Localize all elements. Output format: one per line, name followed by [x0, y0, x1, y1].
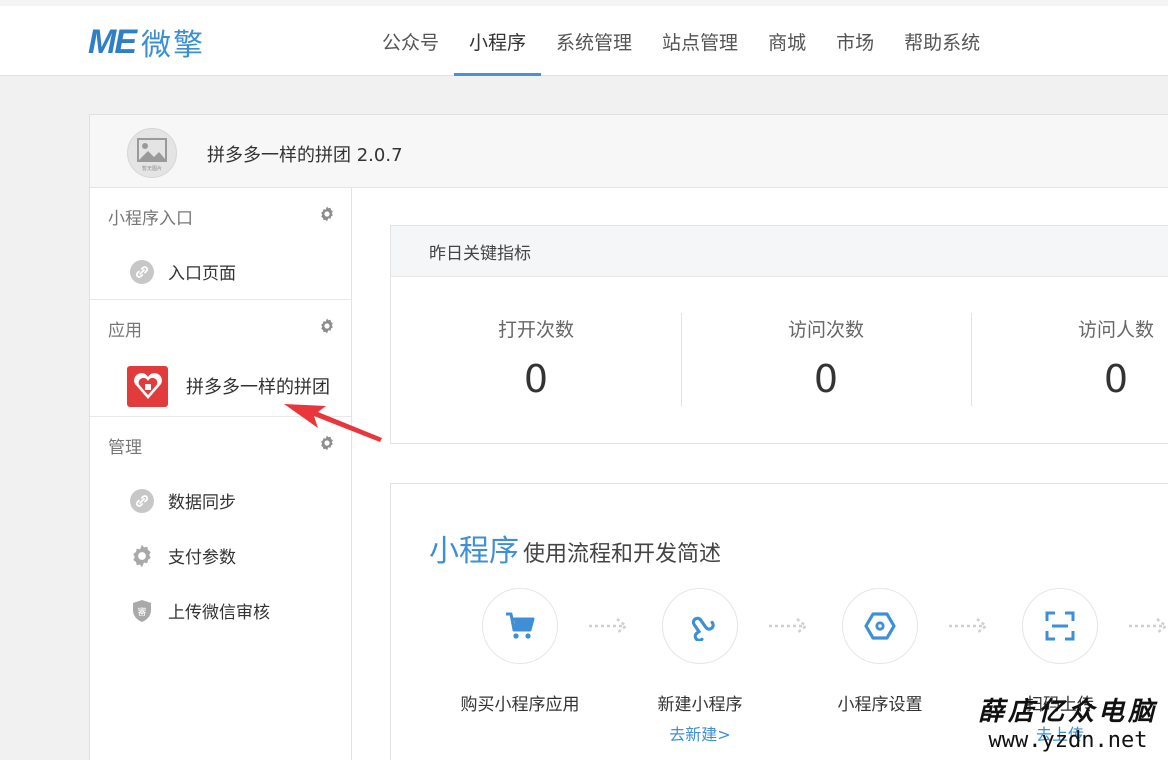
app-avatar: 暂无图片	[127, 128, 177, 178]
create-link[interactable]: 去新建>	[615, 721, 785, 745]
sidebar-item-data-sync[interactable]: 数据同步	[90, 473, 351, 528]
metric-value: 0	[523, 357, 549, 401]
gear-icon	[130, 544, 154, 568]
step-circle[interactable]	[482, 588, 558, 664]
shield-icon: 審	[130, 599, 154, 623]
sidebar-item-label: 上传微信审核	[168, 603, 270, 623]
gear-icon[interactable]	[319, 206, 335, 222]
flow-title-highlight: 小程序	[429, 534, 519, 569]
nav-help-system[interactable]: 帮助系统	[889, 6, 995, 76]
sidebar-section-manage: 管理 数据同步 支付参数 審 上传微信审核	[90, 417, 351, 638]
flow-title-rest: 使用流程和开发简述	[523, 542, 722, 567]
watermark-url: www.yzdn.net	[988, 728, 1148, 753]
step-program-settings: 小程序设置	[795, 588, 965, 715]
metric-visit-count: 访问次数 0	[681, 277, 971, 445]
sidebar-item-entry-page[interactable]: 入口页面	[90, 244, 351, 299]
section-title: 应用	[90, 300, 351, 356]
sidebar: 小程序入口 入口页面 应用 拼多多一样的拼团 管理 数据同步 支付参数 審 上传…	[90, 188, 352, 760]
metric-open-count: 打开次数 0	[391, 277, 681, 445]
arrow-right-icon	[1129, 618, 1168, 634]
gear-icon[interactable]	[319, 318, 335, 334]
link-icon	[130, 488, 154, 513]
image-placeholder-icon: 暂无图片	[137, 138, 167, 172]
link-icon	[130, 259, 154, 284]
step-label: 小程序设置	[837, 695, 923, 715]
step-circle[interactable]	[842, 588, 918, 664]
metrics-row: 打开次数 0 访问次数 0 访问人数 0	[391, 277, 1168, 445]
nav-market[interactable]: 市场	[821, 6, 889, 76]
metric-label: 访问次数	[787, 319, 864, 341]
main-panel: 暂无图片 拼多多一样的拼团 2.0.7 小程序入口 入口页面 应用 拼多多一样的…	[89, 114, 1168, 760]
cart-icon	[506, 612, 535, 639]
svg-text:審: 審	[137, 606, 146, 618]
sidebar-item-payment-params[interactable]: 支付参数	[90, 528, 351, 583]
metric-visitor-count: 访问人数 0	[971, 277, 1168, 445]
metric-value: 0	[813, 357, 839, 401]
metric-label: 访问人数	[1077, 319, 1154, 341]
link-icon	[691, 616, 715, 641]
main-nav: 公众号 小程序 系统管理 站点管理 商城 市场 帮助系统	[367, 6, 995, 76]
sidebar-item-label: 数据同步	[168, 493, 236, 513]
metric-label: 打开次数	[497, 319, 574, 341]
nav-system-management[interactable]: 系统管理	[541, 6, 647, 76]
pinduoduo-logo	[127, 365, 168, 407]
step-circle[interactable]	[662, 588, 738, 664]
avatar-caption: 暂无图片	[142, 165, 162, 172]
section-title-text: 管理	[108, 437, 142, 458]
step-circle[interactable]	[1022, 588, 1098, 664]
nav-mall[interactable]: 商城	[753, 6, 821, 76]
section-title-text: 小程序入口	[108, 208, 193, 229]
sidebar-item-label: 支付参数	[168, 548, 236, 568]
watermark: 薛店亿众电脑 www.yzdn.net	[970, 696, 1166, 754]
app-header: 暂无图片 拼多多一样的拼团 2.0.7	[90, 115, 1168, 188]
step-buy-app: 购买小程序应用	[435, 588, 605, 715]
top-navbar: ME 微擎 公众号 小程序 系统管理 站点管理 商城 市场 帮助系统	[0, 0, 1168, 76]
sidebar-item-label: 入口页面	[168, 264, 236, 284]
flow-title: 小程序 使用流程和开发简述	[429, 526, 721, 570]
sidebar-section-entry: 小程序入口 入口页面	[90, 188, 351, 300]
logo-text: 微擎	[141, 28, 205, 63]
annotation-arrow	[284, 404, 382, 442]
nav-official-account[interactable]: 公众号	[367, 6, 454, 76]
metric-value: 0	[1103, 357, 1129, 401]
nav-site-management[interactable]: 站点管理	[647, 6, 753, 76]
key-metrics-card: 昨日关键指标 打开次数 0 访问次数 0 访问人数 0	[390, 225, 1168, 444]
key-metrics-title: 昨日关键指标	[391, 226, 1168, 277]
step-label: 新建小程序	[657, 695, 743, 715]
step-create-program: 新建小程序 去新建>	[615, 588, 785, 745]
sidebar-item-wechat-review[interactable]: 審 上传微信审核	[90, 583, 351, 638]
logo-mark: ME	[88, 22, 137, 61]
app-title: 拼多多一样的拼团 2.0.7	[207, 145, 403, 166]
scan-icon	[1045, 611, 1075, 641]
section-title: 小程序入口	[90, 188, 351, 244]
nav-mini-program[interactable]: 小程序	[454, 6, 542, 76]
hexagon-icon	[864, 612, 896, 640]
step-label: 购买小程序应用	[460, 695, 580, 715]
sidebar-item-label: 拼多多一样的拼团	[186, 377, 330, 398]
watermark-name: 薛店亿众电脑	[977, 697, 1158, 727]
section-title-text: 应用	[108, 320, 142, 341]
logo[interactable]: ME 微擎	[88, 22, 205, 64]
